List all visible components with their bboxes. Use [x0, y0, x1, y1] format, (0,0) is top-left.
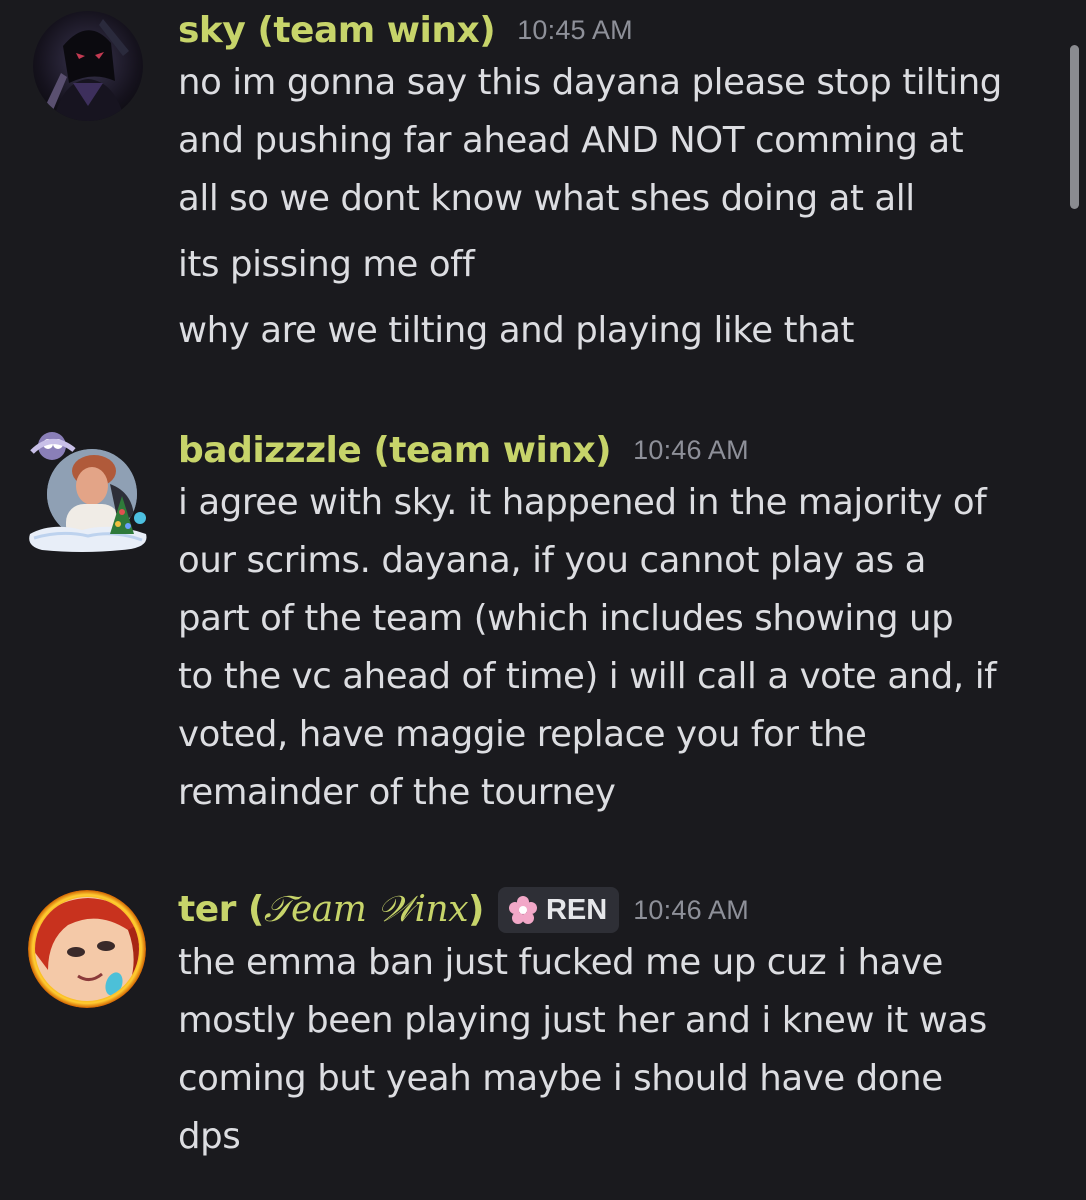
message-text-line: the emma ban just fucked me up cuz i hav…: [178, 942, 943, 983]
message-text-line: voted, have maggie replace you for the: [178, 714, 867, 755]
user-avatar-red-hair-portrait-icon: [28, 890, 146, 1008]
message-item: ter (𝒯eam 𝒲inx) REN 10:46 AM the emma ba…: [0, 886, 1060, 1186]
message-list: sky (team winx) 10:45 AM no im gonna say…: [0, 0, 1086, 1200]
message-header: sky (team winx) 10:45 AM: [178, 6, 1058, 54]
username[interactable]: badizzzle (team winx): [178, 430, 612, 471]
message-text-line: and pushing far ahead AND NOT comming at: [178, 120, 964, 161]
message-text-line: no im gonna say this dayana please stop …: [178, 62, 1002, 103]
timestamp: 10:46 AM: [633, 894, 749, 925]
message-text-line: coming but yeah maybe i should have done: [178, 1058, 943, 1099]
message-content: badizzzle (team winx) 10:46 AM i agree w…: [178, 426, 1058, 822]
message-text-line: to the vc ahead of time) i will call a v…: [178, 656, 997, 697]
message-header: ter (𝒯eam 𝒲inx) REN 10:46 AM: [178, 886, 1058, 934]
message-text-line: dps: [178, 1116, 241, 1157]
message-header: badizzzle (team winx) 10:46 AM: [178, 426, 1058, 474]
message-text-line: its pissing me off: [178, 244, 475, 285]
message-text-line: i agree with sky. it happened in the maj…: [178, 482, 987, 523]
user-avatar-festive-decoration-icon: [29, 432, 147, 552]
message-text-line: all so we dont know what shes doing at a…: [178, 178, 915, 219]
timestamp: 10:46 AM: [633, 434, 749, 465]
user-avatar[interactable]: [33, 11, 143, 121]
message-text-line: part of the team (which includes showing…: [178, 598, 954, 639]
user-avatar-dark-figure-icon: [33, 11, 143, 121]
username[interactable]: ter (𝒯eam 𝒲inx): [178, 889, 484, 931]
scrollbar[interactable]: [1070, 45, 1079, 209]
message-text-line: our scrims. dayana, if you cannot play a…: [178, 540, 926, 581]
message-item: sky (team winx) 10:45 AM no im gonna say…: [0, 6, 1060, 366]
user-avatar[interactable]: [22, 426, 154, 556]
server-tag-label: REN: [545, 893, 608, 926]
message-text-line: remainder of the tourney: [178, 772, 616, 813]
username-prefix: ter (: [178, 889, 264, 930]
message-text-line: why are we tilting and playing like that: [178, 310, 855, 351]
username[interactable]: sky (team winx): [178, 10, 496, 51]
message-item: badizzzle (team winx) 10:46 AM i agree w…: [0, 426, 1060, 826]
server-tag-badge[interactable]: REN: [497, 887, 620, 933]
timestamp: 10:45 AM: [517, 14, 633, 45]
message-content: ter (𝒯eam 𝒲inx) REN 10:46 AM the emma ba…: [178, 886, 1058, 1166]
flower-icon: [508, 895, 538, 925]
message-text-line: mostly been playing just her and i knew …: [178, 1000, 987, 1041]
user-avatar[interactable]: [28, 890, 146, 1008]
message-content: sky (team winx) 10:45 AM no im gonna say…: [178, 6, 1058, 360]
username-suffix: ): [468, 889, 484, 930]
username-fancy: 𝒯eam 𝒲inx: [263, 889, 469, 930]
